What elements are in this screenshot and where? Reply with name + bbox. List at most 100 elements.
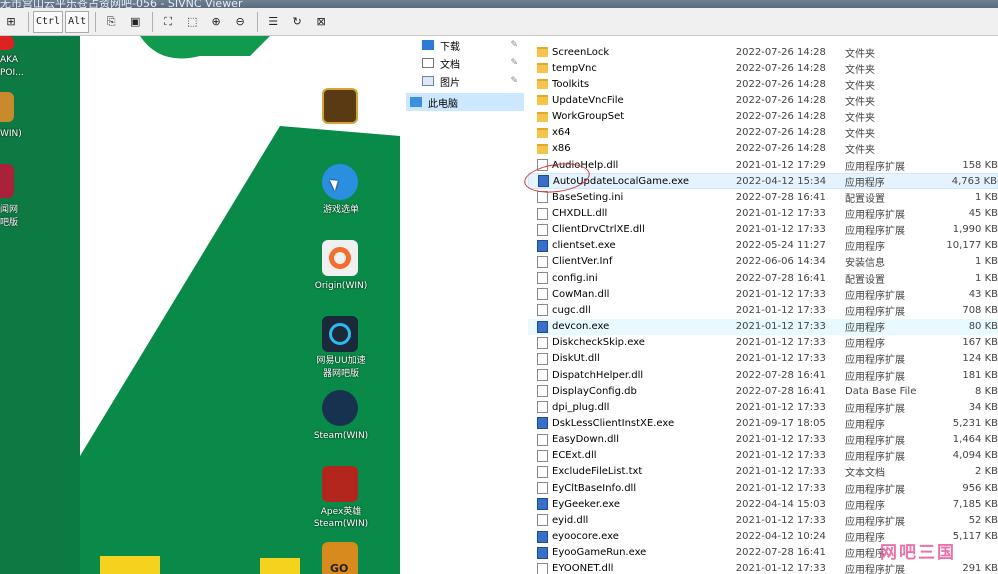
file-date: 2022-07-26 14:28	[735, 46, 826, 58]
file-size: 2 KB	[975, 466, 998, 478]
file-row[interactable]: ECExt.dll 2021-01-12 17:33 应用程序扩展 4,094 KB	[528, 448, 998, 464]
apex-icon[interactable]	[322, 466, 358, 502]
steam-icon[interactable]	[322, 390, 358, 426]
file-name: WorkGroupSet	[552, 111, 625, 123]
file-row[interactable]: ExcludeFileList.txt 2021-01-12 17:33 文本文档 2…	[528, 464, 998, 480]
zoom-out-icon[interactable]: ⊖	[229, 11, 251, 33]
file-row[interactable]: EyGeeker.exe 2022-04-14 15:03 应用程序 7,185 KB	[528, 496, 998, 512]
options-icon[interactable]: ☰	[262, 11, 284, 33]
file-row[interactable]: DisplayConfig.db 2022-07-28 16:41 Data Bas…	[528, 383, 998, 399]
file-size: 1 KB	[975, 272, 998, 284]
folder-icon	[537, 63, 548, 74]
nav-item-this-pc[interactable]: 此电脑	[406, 93, 524, 111]
file-row[interactable]: cugc.dll 2021-01-12 17:33 应用程序扩展 708 KB	[528, 302, 998, 318]
desktop-label: 吧版	[0, 218, 19, 228]
file-row[interactable]: tempVnc 2022-07-26 14:28 文件夹	[528, 60, 998, 76]
file-size: 8 KB	[975, 385, 998, 397]
file-row[interactable]: ClientDrvCtrlXE.dll 2021-01-12 17:33 应用程序扩…	[528, 222, 998, 238]
file-row[interactable]: ScreenLock 2022-07-26 14:28 文件夹	[528, 44, 998, 60]
file-row[interactable]: Toolkits 2022-07-26 14:28 文件夹	[528, 76, 998, 92]
file-icon	[537, 272, 548, 285]
nav-item-pictures[interactable]: 图片 ✎	[406, 72, 524, 90]
application-icon	[537, 498, 548, 511]
csgo-icon[interactable]: GO	[322, 542, 358, 574]
file-size: 7,185 KB	[952, 498, 998, 510]
file-date: 2021-01-12 17:33	[735, 321, 826, 333]
file-icon	[537, 449, 548, 462]
file-row[interactable]: DiskcheckSkip.exe 2021-01-12 17:33 应用程序 167…	[528, 335, 998, 351]
file-row[interactable]: DispatchHelper.dll 2022-07-28 16:41 应用程序扩展…	[528, 367, 998, 383]
file-type: 文件夹	[845, 96, 876, 108]
file-row[interactable]: config.ini 2022-07-28 16:41 配置设置 1 KB	[528, 270, 998, 286]
file-row[interactable]: dpi_plug.dll 2021-01-12 17:33 应用程序扩展 34 KB	[528, 399, 998, 415]
remote-screen[interactable]: AKA POI... WIN) 闻网 吧版 游戏选单 Origin(WIN) 网…	[0, 36, 998, 574]
game-icon[interactable]	[0, 36, 14, 50]
folder-icon	[537, 79, 548, 90]
file-name: UpdateVncFile	[552, 94, 624, 106]
game-menu-icon[interactable]	[322, 164, 358, 200]
origin-icon[interactable]	[322, 240, 358, 276]
desktop-icon-label: 网易UU加速	[316, 356, 366, 366]
file-row[interactable]: DskLessClientInstXE.exe 2021-09-17 18:05 应…	[528, 415, 998, 431]
file-icon	[537, 223, 548, 236]
file-icon	[537, 352, 548, 365]
file-row[interactable]: BaseSeting.ini 2022-07-28 16:41 配置设置 1 KB	[528, 189, 998, 205]
picture-icon[interactable]: ▣	[124, 11, 146, 33]
file-row[interactable]: devcon.exe 2021-01-12 17:33 应用程序 80 KB	[528, 318, 998, 335]
file-name: DiskcheckSkip.exe	[552, 337, 645, 349]
file-row[interactable]: x86 2022-07-26 14:28 文件夹	[528, 141, 998, 157]
file-row[interactable]: clientset.exe 2022-05-24 11:27 应用程序 10,177 …	[528, 238, 998, 254]
file-row[interactable]: WorkGroupSet 2022-07-26 14:28 文件夹	[528, 109, 998, 125]
file-row[interactable]: CowMan.dll 2021-01-12 17:33 应用程序扩展 43 KB	[528, 286, 998, 302]
fit-icon[interactable]: ⬚	[181, 11, 203, 33]
file-name: eyid.dll	[552, 514, 589, 526]
zoom-in-icon[interactable]: ⊕	[205, 11, 227, 33]
file-type: 应用程序扩展	[845, 565, 906, 574]
nav-item-documents[interactable]: 文档 ✎	[406, 54, 524, 72]
toolbar-separator	[152, 11, 154, 32]
file-date: 2022-07-26 14:28	[735, 143, 826, 155]
file-name: DispatchHelper.dll	[552, 369, 644, 381]
nav-item-downloads[interactable]: 下载 ✎	[406, 36, 524, 54]
file-type: 应用程序扩展	[845, 484, 906, 496]
file-row[interactable]: DiskUt.dll 2021-01-12 17:33 应用程序扩展 124 KB	[528, 351, 998, 367]
file-name: ClientDrvCtrlXE.dll	[552, 224, 645, 236]
uu-accelerator-icon[interactable]	[322, 316, 358, 352]
file-icon	[537, 304, 548, 317]
pubg-icon[interactable]	[0, 92, 14, 122]
file-row[interactable]: ClientVer.Inf 2022-06-06 14:34 安装信息 1 KB	[528, 254, 998, 270]
file-row[interactable]: eyid.dll 2021-01-12 17:33 应用程序扩展 52 KB	[528, 512, 998, 528]
ctrl-key-button[interactable]: Ctrl	[33, 10, 64, 33]
pin-icon[interactable]: ✎	[510, 58, 518, 68]
file-date: 2021-01-12 17:33	[735, 208, 826, 219]
game-icon[interactable]	[0, 164, 14, 198]
ctrl-alt-del-icon[interactable]: ⊞	[0, 11, 22, 33]
file-name: Toolkits	[552, 78, 590, 90]
desktop-left-strip: AKA POI... WIN) 闻网 吧版	[0, 36, 80, 574]
file-row[interactable]: EyCltBaseInfo.dll 2021-01-12 17:33 应用程序扩展 9…	[528, 480, 998, 496]
desktop-icon-label: GO	[330, 562, 349, 574]
file-row[interactable]: x64 2022-07-26 14:28 文件夹	[528, 125, 998, 141]
wow-icon[interactable]	[322, 88, 358, 124]
fullscreen-icon[interactable]: ⛶	[157, 11, 179, 33]
file-row[interactable]: UpdateVncFile 2022-07-26 14:28 文件夹	[528, 92, 998, 108]
file-row[interactable]: EasyDown.dll 2021-01-12 17:33 应用程序扩展 1,464 …	[528, 432, 998, 448]
file-icon	[537, 207, 548, 220]
file-row[interactable]: AutoUpdateLocalGame.exe 2022-04-12 15:34 应…	[528, 173, 998, 190]
file-type: 文本文档	[845, 468, 886, 480]
copy-icon[interactable]: ⎘	[100, 11, 122, 33]
disconnect-icon[interactable]: ⊠	[310, 11, 332, 33]
pin-icon[interactable]: ✎	[510, 40, 518, 50]
file-row[interactable]: AudioHelp.dll 2021-01-12 17:29 应用程序扩展 158 K…	[528, 157, 998, 173]
alt-key-button[interactable]: Alt	[65, 10, 90, 33]
file-type: 应用程序扩展	[845, 306, 906, 318]
pin-icon[interactable]: ✎	[510, 76, 518, 86]
file-date: 2021-01-12 17:33	[735, 482, 826, 494]
refresh-icon[interactable]: ↻	[286, 11, 308, 33]
explorer-file-list[interactable]: ScreenLock 2022-07-26 14:28 文件夹 tempVnc 2022…	[528, 36, 998, 574]
file-name: DisplayConfig.db	[552, 385, 637, 397]
file-date: 2022-07-28 16:41	[735, 272, 826, 284]
file-row[interactable]: CHXDLL.dll 2021-01-12 17:33 应用程序扩展 45 KB	[528, 206, 998, 222]
folder-icon	[537, 127, 548, 138]
file-name: ClientVer.Inf	[552, 256, 613, 268]
